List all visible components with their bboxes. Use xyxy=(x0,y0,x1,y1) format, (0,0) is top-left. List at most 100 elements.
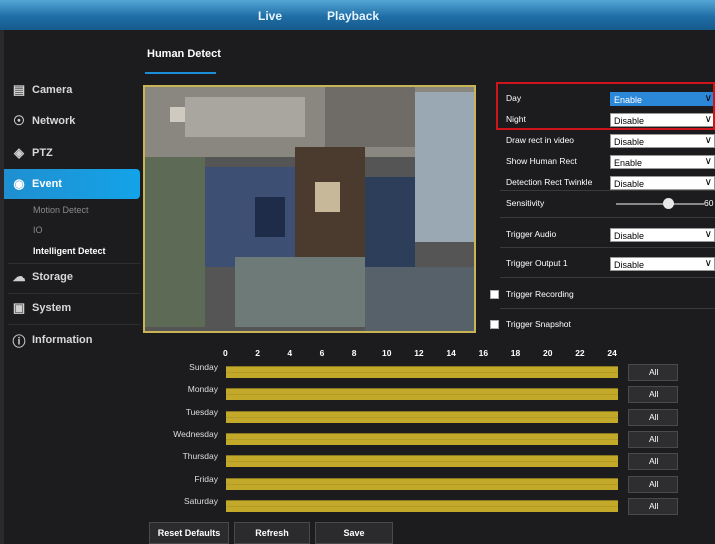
chevron-down-icon: ∨ xyxy=(704,93,712,104)
sidebar-item-event[interactable]: ◉ Event xyxy=(4,169,140,199)
hour-tick-label: 4 xyxy=(287,348,293,358)
all-button-thursday[interactable]: All xyxy=(628,453,678,471)
hour-tick-label: 6 xyxy=(319,348,325,358)
sidebar-item-label: PTZ xyxy=(32,147,53,159)
sidebar-item-label: Event xyxy=(32,178,62,190)
video-preview[interactable] xyxy=(143,85,476,333)
separator xyxy=(500,217,715,218)
trigger-output-row: Trigger Output 1 Disable ∨ xyxy=(496,254,715,274)
all-button-friday[interactable]: All xyxy=(628,475,678,493)
chevron-down-icon: ∨ xyxy=(704,229,712,240)
sensitivity-value: 60 xyxy=(704,198,714,208)
schedule-bar-wednesday[interactable] xyxy=(226,432,618,445)
twinkle-label: Detection Rect Twinkle xyxy=(506,177,593,187)
hour-tick-label: 22 xyxy=(575,348,585,358)
sidebar-item-label: Storage xyxy=(32,271,73,283)
night-value: Disable xyxy=(614,116,645,126)
schedule-bar-thursday[interactable] xyxy=(226,455,618,468)
tab-underline xyxy=(145,72,216,74)
day-label-wednesday: Wednesday xyxy=(173,428,218,439)
show-rect-select[interactable]: Enable ∨ xyxy=(610,155,715,169)
separator xyxy=(500,277,715,278)
save-button[interactable]: Save xyxy=(315,522,393,544)
trigger-recording-checkbox[interactable] xyxy=(490,289,499,299)
day-label: Day xyxy=(506,93,522,103)
day-label-saturday: Saturday xyxy=(183,495,218,506)
main-panel: Human Detect Day Enable ∨ Night Disable ∨ … xyxy=(140,30,715,544)
schedule-bar-monday[interactable] xyxy=(226,388,618,401)
sidebar-item-label: Network xyxy=(32,115,76,127)
day-select[interactable]: Enable ∨ xyxy=(610,92,715,106)
all-button-sunday[interactable]: All xyxy=(628,364,678,381)
trigger-output-label: Trigger Output 1 xyxy=(506,258,568,268)
chevron-down-icon: ∨ xyxy=(704,156,712,167)
trigger-output-value: Disable xyxy=(614,260,645,270)
page-title[interactable]: Human Detect xyxy=(147,48,221,60)
draw-rect-label: Draw rect in video xyxy=(506,135,575,145)
submenu-io[interactable]: IO xyxy=(33,225,43,235)
nav-live[interactable]: Live xyxy=(258,9,282,23)
sidebar-item-label: Camera xyxy=(32,84,73,96)
event-alarm-icon: ◉ xyxy=(13,176,25,191)
day-label-sunday: Sunday xyxy=(189,362,218,372)
storage-cloud-icon: ☁ xyxy=(12,269,26,284)
hour-tick-label: 14 xyxy=(446,348,456,358)
trigger-snapshot-checkbox[interactable] xyxy=(490,319,499,329)
all-button-saturday[interactable]: All xyxy=(628,497,678,515)
day-label-monday: Monday xyxy=(187,384,218,395)
network-globe-icon: ☉ xyxy=(13,113,25,128)
all-button-tuesday[interactable]: All xyxy=(628,408,678,426)
sidebar-item-information[interactable]: ⓘ Information xyxy=(4,325,140,355)
sidebar-item-label: Information xyxy=(32,334,93,346)
sidebar-item-system[interactable]: ▣ System xyxy=(4,293,140,323)
trigger-snapshot-row[interactable]: Trigger Snapshot xyxy=(490,316,571,332)
all-button-monday[interactable]: All xyxy=(628,386,678,404)
submenu-intelligent-detect[interactable]: Intelligent Detect xyxy=(33,246,106,256)
refresh-button[interactable]: Refresh xyxy=(234,522,310,544)
show-rect-label: Show Human Rect xyxy=(506,156,577,166)
sensitivity-row: Sensitivity 60 xyxy=(496,194,715,214)
sidebar-item-storage[interactable]: ☁ Storage xyxy=(4,262,140,292)
trigger-audio-value: Disable xyxy=(614,231,645,241)
top-navigation-bar: Live Playback xyxy=(0,0,715,30)
trigger-recording-row[interactable]: Trigger Recording xyxy=(490,286,574,302)
trigger-recording-label: Trigger Recording xyxy=(506,289,574,299)
chevron-down-icon: ∨ xyxy=(704,135,712,146)
day-label-thursday: Thursday xyxy=(182,451,218,462)
trigger-audio-select[interactable]: Disable ∨ xyxy=(610,228,715,242)
trigger-output-select[interactable]: Disable ∨ xyxy=(610,257,715,271)
sidebar-item-network[interactable]: ☉ Network xyxy=(4,106,140,136)
camera-icon: ▤ xyxy=(12,82,26,97)
schedule-bar-sunday[interactable] xyxy=(226,366,618,378)
sidebar-item-camera[interactable]: ▤ Camera xyxy=(4,75,140,105)
show-rect-value: Enable xyxy=(614,158,643,168)
hour-tick-label: 24 xyxy=(607,348,617,358)
chevron-down-icon: ∨ xyxy=(704,177,712,188)
draw-rect-select[interactable]: Disable ∨ xyxy=(610,134,715,148)
schedule-bar-friday[interactable] xyxy=(226,477,618,490)
system-monitor-icon: ▣ xyxy=(12,300,26,315)
separator xyxy=(500,190,715,191)
trigger-audio-row: Trigger Audio Disable ∨ xyxy=(496,225,715,245)
sensitivity-slider[interactable] xyxy=(616,203,704,205)
nav-playback[interactable]: Playback xyxy=(327,9,379,23)
hour-tick-label: 0 xyxy=(223,348,228,358)
schedule-bar-saturday[interactable] xyxy=(226,499,618,512)
twinkle-select[interactable]: Disable ∨ xyxy=(610,176,715,190)
hour-tick-label: 10 xyxy=(382,348,392,358)
sidebar: ▤ Camera ☉ Network ◈ PTZ ◉ Event Motion … xyxy=(4,30,140,544)
twinkle-value: Disable xyxy=(614,179,645,189)
day-label-tuesday: Tuesday xyxy=(185,406,218,417)
night-select[interactable]: Disable ∨ xyxy=(610,113,715,127)
hour-tick-label: 2 xyxy=(255,348,260,358)
chevron-down-icon: ∨ xyxy=(704,114,712,125)
chevron-down-icon: ∨ xyxy=(704,258,712,269)
sidebar-item-ptz[interactable]: ◈ PTZ xyxy=(4,138,140,168)
trigger-snapshot-label: Trigger Snapshot xyxy=(506,319,571,329)
schedule-bar-tuesday[interactable] xyxy=(226,410,618,423)
reset-defaults-button[interactable]: Reset Defaults xyxy=(149,522,229,544)
sensitivity-slider-handle[interactable] xyxy=(663,198,675,209)
night-label: Night xyxy=(506,114,526,124)
submenu-motion-detect[interactable]: Motion Detect xyxy=(33,205,89,215)
all-button-wednesday[interactable]: All xyxy=(628,430,678,448)
